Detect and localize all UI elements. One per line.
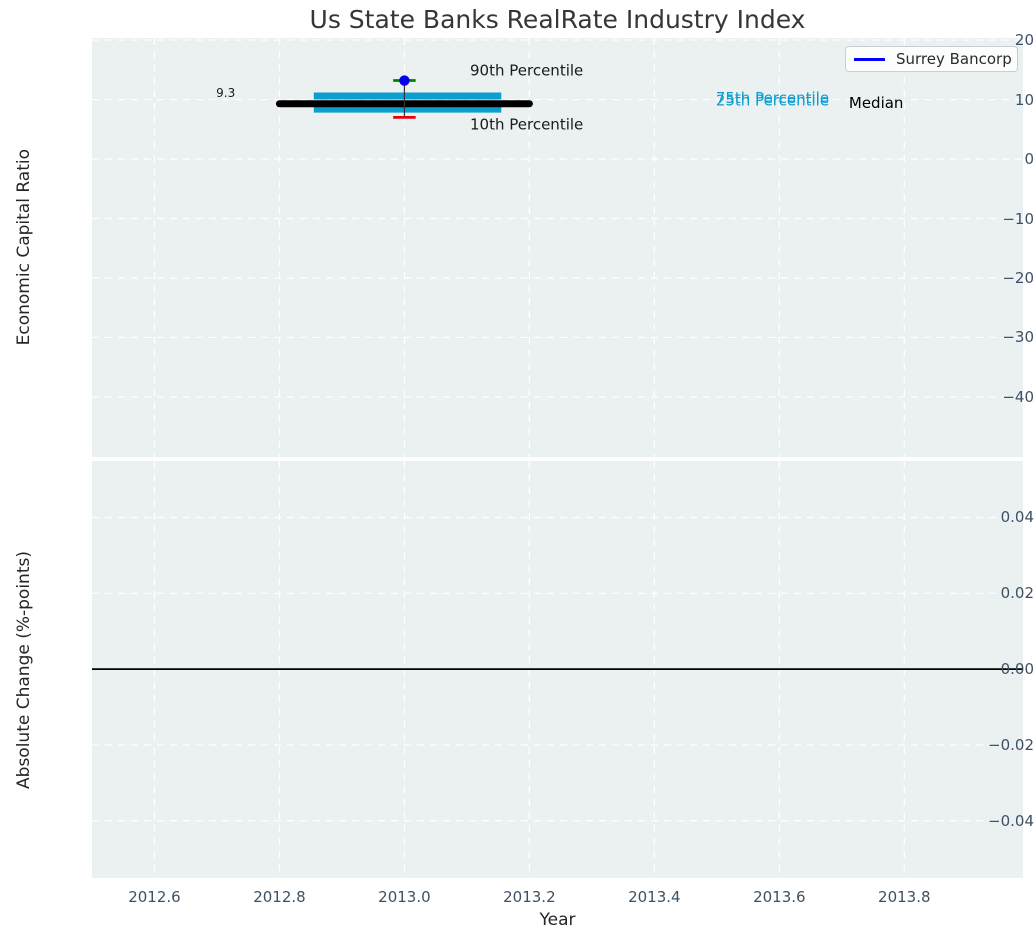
chart-title: Us State Banks RealRate Industry Index <box>92 5 1023 34</box>
figure: Us State Banks RealRate Industry Index 9… <box>0 0 1034 942</box>
x-tick-label: 2013.2 <box>484 888 574 906</box>
x-tick-label: 2013.0 <box>359 888 449 906</box>
y-tick-label: 0 <box>950 150 1034 168</box>
legend-box: Surrey Bancorp <box>845 46 1018 72</box>
y-tick-label: −40 <box>950 388 1034 406</box>
top-y-axis-label: Economic Capital Ratio <box>12 38 36 457</box>
y-tick-label: −0.04 <box>950 812 1034 830</box>
x-tick-label: 2013.6 <box>734 888 824 906</box>
annotation-9-3: 9.3 <box>216 86 235 100</box>
legend-label: Surrey Bancorp <box>896 50 1012 68</box>
y-tick-label: −30 <box>950 328 1034 346</box>
bottom-plot-canvas <box>92 461 1023 878</box>
y-tick-label: 0.00 <box>950 660 1034 678</box>
x-axis-label: Year <box>92 910 1023 930</box>
bottom-y-axis-label: Absolute Change (%-points) <box>12 461 36 878</box>
top-plot-canvas: 9.390th Percentile10th Percentile75th Pe… <box>92 38 1023 457</box>
annotation-90th-percentile: 90th Percentile <box>470 61 583 79</box>
y-tick-label: 0.04 <box>950 508 1034 526</box>
annotation-10th-percentile: 10th Percentile <box>470 116 583 134</box>
y-tick-label: 10 <box>950 91 1034 109</box>
y-tick-label: 0.02 <box>950 584 1034 602</box>
y-tick-label: −20 <box>950 269 1034 287</box>
x-tick-label: 2013.4 <box>609 888 699 906</box>
surrey-bancorp-point <box>399 75 409 85</box>
legend-line-swatch <box>854 58 885 61</box>
annotation-median: Median <box>849 94 904 112</box>
y-tick-label: 20 <box>950 31 1034 49</box>
y-tick-label: −0.02 <box>950 736 1034 754</box>
x-tick-label: 2012.6 <box>109 888 199 906</box>
annotation-25th-percentile: 25th Percentile <box>716 92 829 110</box>
x-tick-label: 2013.8 <box>859 888 949 906</box>
y-tick-label: −10 <box>950 210 1034 228</box>
bottom-plot-area <box>92 461 1023 878</box>
x-tick-label: 2012.8 <box>234 888 324 906</box>
top-plot-area: 9.390th Percentile10th Percentile75th Pe… <box>92 38 1023 457</box>
